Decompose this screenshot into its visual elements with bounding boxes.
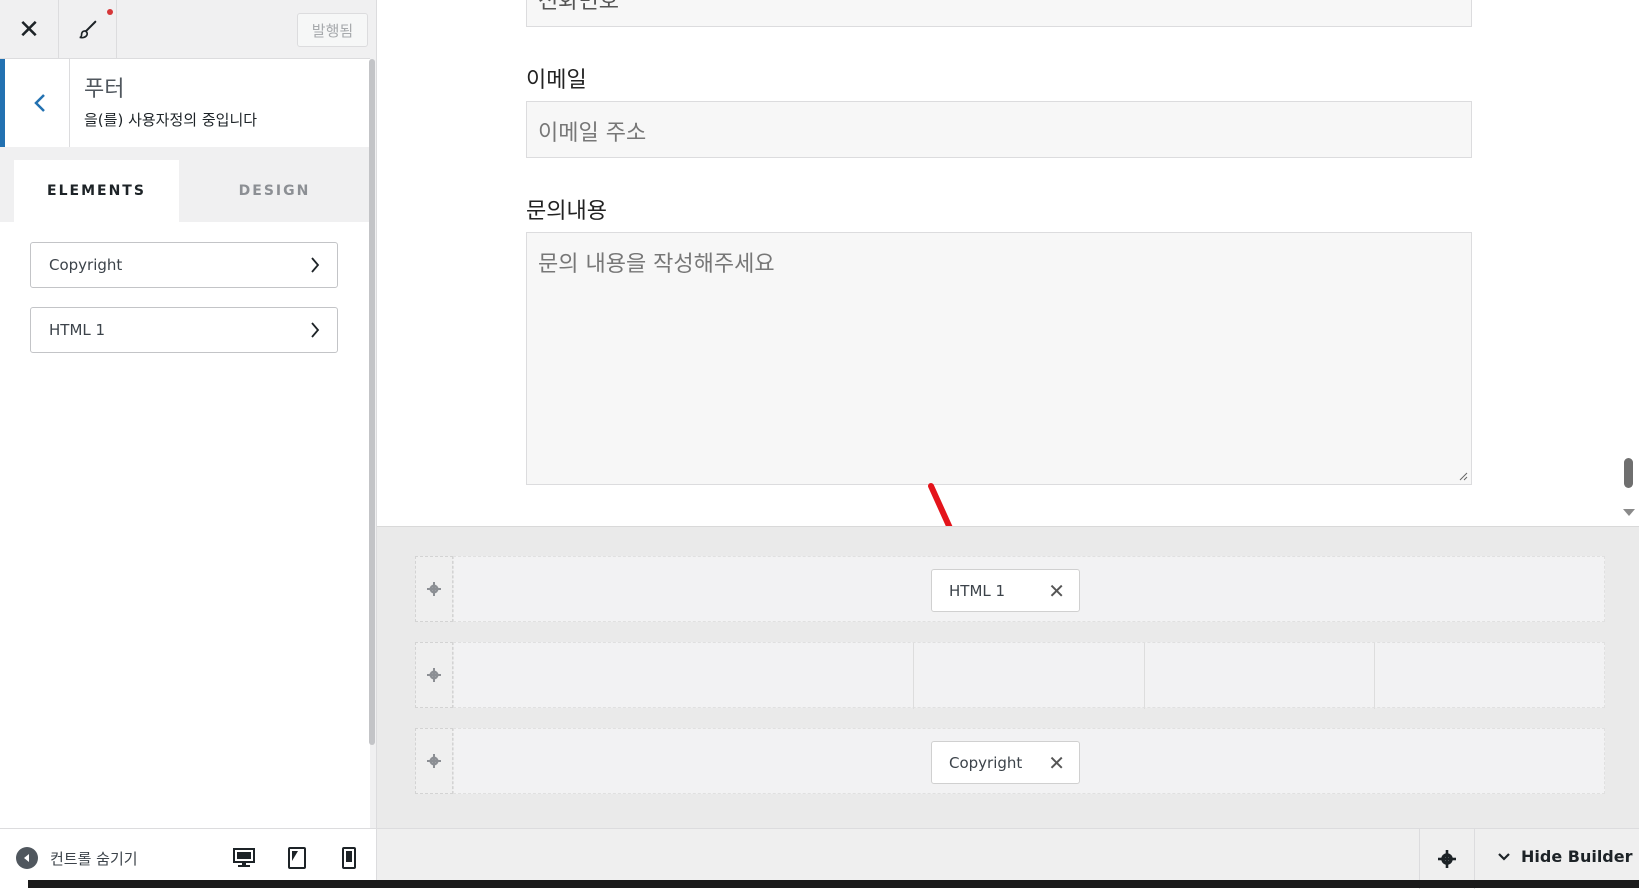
phone-field-label-cut: 전화번호 [538, 0, 619, 14]
remove-icon[interactable]: ✕ [1048, 751, 1065, 775]
resize-handle-icon[interactable] [1458, 471, 1468, 481]
customizer-sidebar: ✕ 발행됨 푸터 을(를) 사용자정의 중입니다 ELEMENTS DESIGN… [0, 0, 377, 888]
builder-row-main [415, 642, 1605, 709]
notification-dot [107, 9, 113, 15]
customizer-footer: 컨트롤 숨기기 [0, 828, 376, 888]
hide-controls-button[interactable]: 컨트롤 숨기기 [16, 847, 138, 869]
gear-icon [427, 582, 441, 596]
message-textarea[interactable]: 문의 내용을 작성해주세요 [526, 232, 1472, 485]
column-divider [1374, 643, 1375, 709]
column-divider [1144, 643, 1145, 709]
hide-builder-label: Hide Builder [1521, 847, 1633, 866]
chip-label: HTML 1 [949, 581, 1006, 600]
element-item-label: HTML 1 [49, 321, 106, 339]
elements-panel: Copyright HTML 1 [0, 222, 370, 828]
message-placeholder: 문의 내용을 작성해주세요 [538, 252, 775, 277]
row-dropzone[interactable]: HTML 1 ✕ [453, 556, 1605, 622]
email-label: 이메일 [526, 68, 587, 93]
customizer-header: ✕ 발행됨 [0, 0, 370, 59]
hide-controls-label: 컨트롤 숨기기 [50, 849, 138, 868]
builder-toolbar: Hide Builder [377, 828, 1639, 889]
window-bottom-edge [28, 880, 1639, 888]
section-header: 푸터 을(를) 사용자정의 중입니다 [0, 59, 370, 147]
site-preview: 전화번호 이메일 이메일 주소 문의내용 문의 내용을 작성해주세요 [377, 0, 1639, 558]
tab-design[interactable]: DESIGN [179, 160, 370, 222]
mobile-icon [342, 847, 356, 869]
builder-chip-html-1[interactable]: HTML 1 ✕ [931, 569, 1080, 612]
email-placeholder: 이메일 주소 [538, 121, 647, 146]
tablet-icon [288, 847, 306, 869]
phone-field[interactable]: 전화번호 [526, 0, 1472, 27]
scroll-down-arrow-icon[interactable] [1623, 509, 1635, 516]
row-settings-button[interactable] [415, 642, 453, 708]
section-subtitle: 을(를) 사용자정의 중입니다 [84, 111, 258, 129]
mobile-preview-button[interactable] [336, 845, 362, 871]
tab-elements[interactable]: ELEMENTS [14, 160, 179, 222]
collapse-arrow-icon [16, 847, 38, 869]
sidebar-scrollbar[interactable] [369, 59, 375, 745]
section-title: 푸터 [84, 77, 125, 102]
publish-button[interactable]: 발행됨 [297, 13, 368, 47]
gear-icon [427, 668, 441, 682]
chevron-right-icon [311, 322, 320, 338]
row-dropzone[interactable] [453, 642, 1605, 709]
builder-chip-copyright[interactable]: Copyright ✕ [931, 741, 1080, 784]
remove-icon[interactable]: ✕ [1048, 579, 1065, 603]
desktop-preview-button[interactable] [231, 845, 257, 871]
hide-builder-button[interactable]: Hide Builder [1497, 847, 1633, 866]
preview-scrollbar-thumb[interactable] [1624, 458, 1633, 488]
close-icon: ✕ [18, 14, 40, 45]
row-settings-button[interactable] [415, 728, 453, 794]
builder-row-top: HTML 1 ✕ [415, 556, 1605, 622]
desktop-icon [233, 848, 255, 867]
tablet-preview-button[interactable] [284, 845, 310, 871]
gear-icon [427, 754, 441, 768]
panel-tabs: ELEMENTS DESIGN [14, 160, 370, 222]
chevron-down-icon [1498, 852, 1510, 861]
paintbrush-icon [78, 20, 96, 38]
footer-builder: HTML 1 ✕ Copyright ✕ [377, 526, 1639, 828]
element-item-copyright[interactable]: Copyright [30, 242, 338, 288]
gear-icon [1438, 850, 1456, 868]
chip-label: Copyright [949, 753, 1023, 772]
column-divider [913, 643, 914, 709]
email-field[interactable]: 이메일 주소 [526, 101, 1472, 158]
close-customizer-button[interactable]: ✕ [0, 0, 59, 59]
element-item-html-1[interactable]: HTML 1 [30, 307, 338, 353]
chevron-left-icon [33, 94, 45, 112]
row-settings-button[interactable] [415, 556, 453, 622]
back-button[interactable] [10, 59, 70, 147]
builder-row-bottom: Copyright ✕ [415, 728, 1605, 794]
row-dropzone[interactable]: Copyright ✕ [453, 728, 1605, 794]
chevron-right-icon [311, 257, 320, 273]
message-label: 문의내용 [526, 199, 607, 224]
element-item-label: Copyright [49, 256, 123, 274]
